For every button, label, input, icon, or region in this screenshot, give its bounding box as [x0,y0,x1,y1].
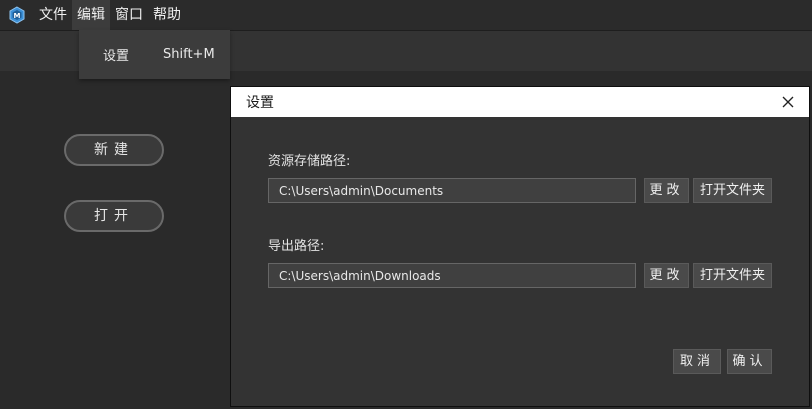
resource-path-label: 资源存储路径: [268,154,351,169]
menu-help[interactable]: 帮助 [148,0,186,30]
svg-text:M: M [14,12,21,20]
menu-edit[interactable]: 编辑 [72,0,110,30]
export-path-open-folder-button[interactable]: 打开文件夹 [693,263,772,288]
dialog-title: 设置 [246,95,274,111]
export-path-input[interactable] [268,263,636,288]
close-icon[interactable] [773,87,803,117]
menu-bar: M 文件 编辑 窗口 帮助 [0,0,812,30]
resource-path-input[interactable] [268,178,636,203]
app-logo-icon: M [8,6,26,24]
confirm-button[interactable]: 确认 [727,349,772,374]
cancel-button[interactable]: 取消 [673,349,721,374]
menu-item-settings-shortcut: Shift+M [163,47,215,62]
new-button[interactable]: 新建 [64,134,164,166]
menu-window[interactable]: 窗口 [110,0,148,30]
menu-file[interactable]: 文件 [34,0,72,30]
app-window: M 文件 编辑 窗口 帮助 设置 Shift+M 新建 打开 设置 资源存储路径… [0,0,812,409]
edit-menu-dropdown: 设置 Shift+M [79,30,230,79]
resource-path-change-button[interactable]: 更改 [644,178,689,203]
settings-dialog: 设置 资源存储路径: 更改 打开文件夹 导出路径: 更改 打开文件夹 取消 确认 [230,86,810,407]
dialog-titlebar: 设置 [231,87,809,117]
export-path-change-button[interactable]: 更改 [644,263,689,288]
export-path-label: 导出路径: [268,239,325,254]
resource-path-open-folder-button[interactable]: 打开文件夹 [693,178,772,203]
menu-item-settings[interactable]: 设置 [103,45,163,64]
open-button[interactable]: 打开 [64,200,164,232]
